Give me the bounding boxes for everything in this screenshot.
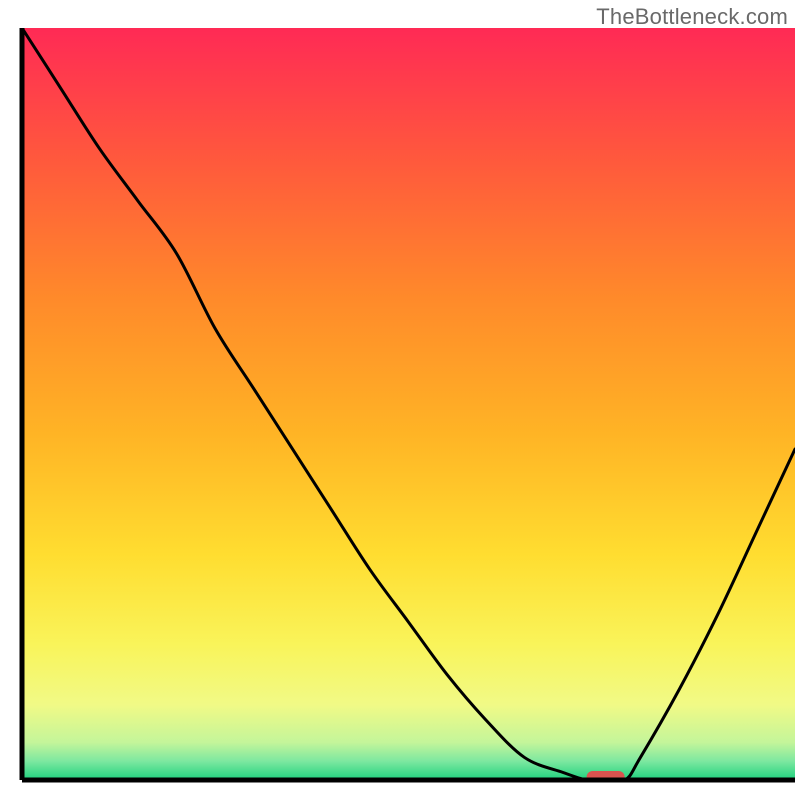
plot-background (22, 28, 795, 780)
chart-container: TheBottleneck.com (0, 0, 800, 800)
watermark-text: TheBottleneck.com (596, 4, 788, 30)
bottleneck-chart (0, 0, 800, 800)
